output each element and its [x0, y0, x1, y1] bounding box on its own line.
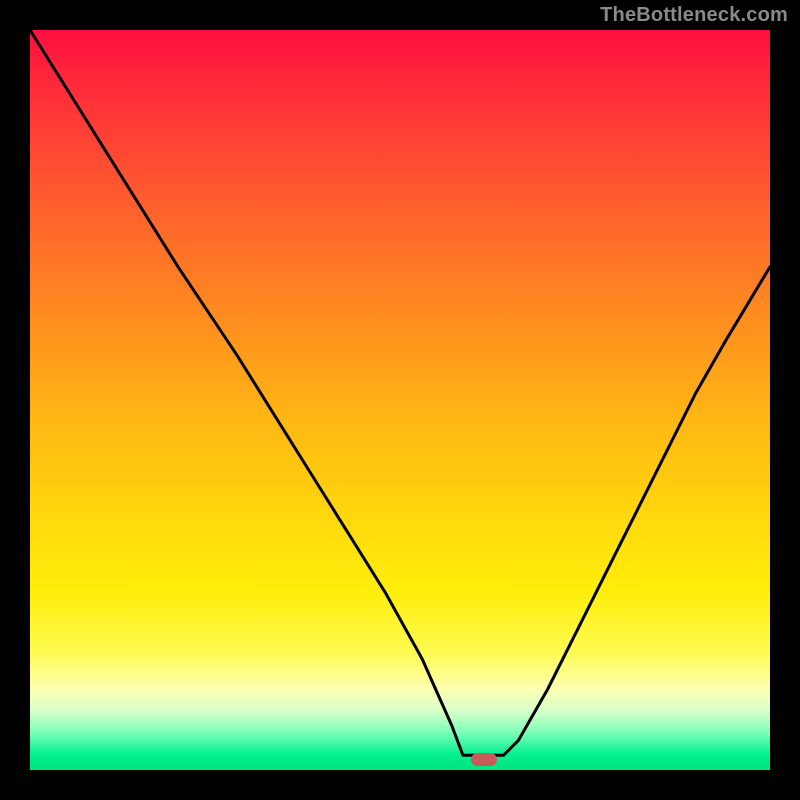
- curve-svg: [30, 30, 770, 770]
- chart-frame: TheBottleneck.com: [0, 0, 800, 800]
- plot-area: [30, 30, 770, 770]
- watermark-text: TheBottleneck.com: [600, 4, 788, 27]
- optimum-marker: [471, 753, 497, 766]
- bottleneck-curve: [30, 30, 770, 755]
